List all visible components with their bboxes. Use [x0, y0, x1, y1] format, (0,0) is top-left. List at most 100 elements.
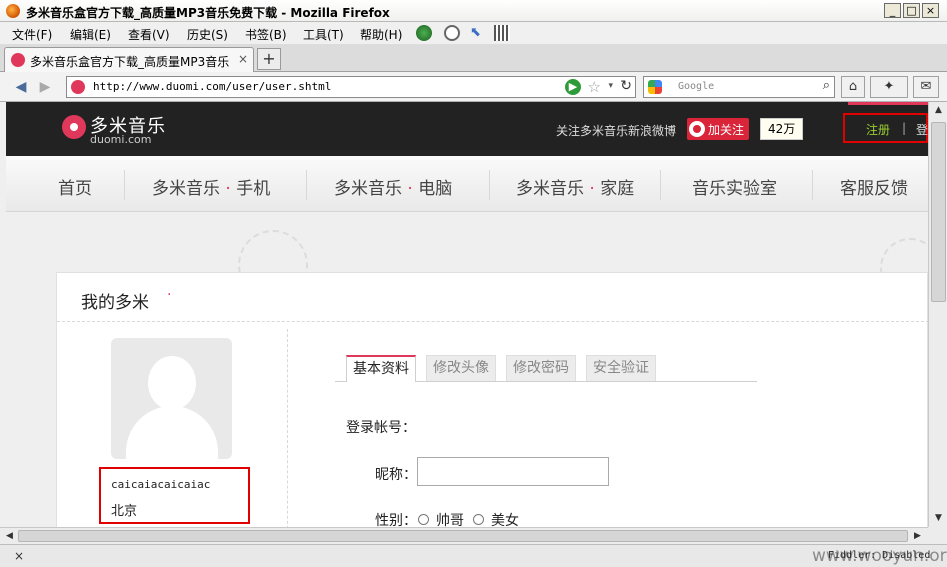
mail-button[interactable]: ✉ [913, 76, 939, 98]
search-bar[interactable]: Google ⌕ [643, 76, 835, 98]
nav-home-device-brand: 多米音乐 [516, 179, 584, 199]
accent-bar [848, 102, 928, 105]
bookmark-star-icon[interactable]: ☆ [588, 78, 601, 96]
follow-weibo-text: 关注多米音乐新浪微博 [556, 124, 677, 138]
nav-divider [812, 170, 813, 200]
nav-pc-brand: 多米音乐 [334, 179, 402, 199]
back-button[interactable]: ◀ [10, 77, 32, 97]
avatar-head [148, 356, 196, 410]
nav-divider [489, 170, 490, 200]
nav-mobile[interactable]: 多米音乐 · 手机 [152, 174, 270, 199]
status-bar: × Fiddler: Disabled www.wooyun.org [0, 544, 947, 567]
nav-pc[interactable]: 多米音乐 · 电脑 [334, 174, 452, 199]
nav-dot: · [407, 179, 413, 199]
menu-bar: 文件(F) 编辑(E) 查看(V) 历史(S) 书签(B) 工具(T) 帮助(H… [0, 22, 947, 44]
menu-edit[interactable]: 编辑(E) [70, 26, 111, 43]
nav-mobile-brand: 多米音乐 [152, 179, 220, 199]
tab-bar: 多米音乐盒官方下载_高质量MP3音乐免… × + [0, 44, 947, 72]
url-dropdown-icon[interactable]: ▾ [608, 81, 613, 91]
google-engine-icon[interactable] [648, 80, 662, 94]
tab-change-password[interactable]: 修改密码 [506, 355, 576, 381]
weibo-follow-button[interactable]: 加关注 [687, 118, 749, 140]
menu-view[interactable]: 查看(V) [128, 26, 170, 43]
duomi-favicon-icon [11, 53, 25, 67]
link-separator: | [902, 121, 907, 135]
menu-bookmarks[interactable]: 书签(B) [245, 26, 287, 43]
menu-help[interactable]: 帮助(H) [360, 26, 402, 43]
profile-tabs: 基本资料 修改头像 修改密码 安全验证 [335, 355, 757, 382]
gender-male-label[interactable]: 帅哥 [436, 510, 464, 527]
menu-file[interactable]: 文件(F) [12, 26, 52, 43]
maximize-button[interactable]: □ [903, 3, 920, 18]
duomi-logo-icon[interactable] [62, 115, 86, 139]
go-icon[interactable]: ▶ [565, 79, 581, 95]
horizontal-scroll-thumb[interactable] [18, 530, 908, 542]
nav-dot: · [589, 179, 595, 199]
search-placeholder[interactable]: Google [678, 81, 714, 92]
window-titlebar: 多米音乐盒官方下载_高质量MP3音乐免费下载 - Mozilla Firefox… [0, 0, 947, 22]
statusbar-close-icon[interactable]: × [14, 549, 24, 563]
nickname-input[interactable] [417, 457, 609, 486]
weibo-icon [689, 121, 705, 137]
default-avatar-icon[interactable] [111, 338, 232, 459]
nav-pc-label: 电脑 [418, 179, 453, 199]
vertical-scroll-thumb[interactable] [931, 122, 946, 302]
window-controls: _ □ × [884, 3, 939, 18]
scroll-left-icon[interactable]: ◀ [3, 530, 16, 543]
search-icon[interactable]: ⌕ [823, 78, 830, 93]
browser-tab[interactable]: 多米音乐盒官方下载_高质量MP3音乐免… × [4, 47, 254, 72]
reload-icon[interactable]: ↻ [620, 78, 632, 94]
profile-card: 我的多米 · caicaiacaicaiac 北京 基本资料 修改头像 修改密码… [56, 272, 928, 527]
login-link[interactable]: 登 [916, 121, 928, 138]
nav-lab[interactable]: 音乐实验室 [692, 174, 777, 199]
color-picker-icon[interactable] [444, 25, 460, 41]
forward-button[interactable]: ▶ [34, 77, 56, 97]
gender-female-radio[interactable] [473, 514, 484, 525]
site-identity-icon[interactable] [71, 80, 85, 94]
menu-history[interactable]: 历史(S) [187, 26, 228, 43]
nav-home[interactable]: 首页 [58, 174, 92, 199]
new-tab-button[interactable]: + [257, 48, 281, 70]
watermark: www.wooyun.org [812, 546, 947, 566]
url-text[interactable]: http://www.duomi.com/user/user.shtml [93, 80, 331, 93]
nav-feedback[interactable]: 客服反馈 [840, 174, 908, 199]
vertical-scrollbar[interactable]: ▲ ▼ [928, 102, 947, 527]
logo-domain[interactable]: duomi.com [90, 133, 151, 146]
scroll-up-icon[interactable]: ▲ [932, 104, 945, 117]
nav-home-device[interactable]: 多米音乐 · 家庭 [516, 174, 634, 199]
nav-mobile-label: 手机 [236, 179, 271, 199]
nav-divider [124, 170, 125, 200]
scroll-down-icon[interactable]: ▼ [932, 512, 945, 525]
scroll-right-icon[interactable]: ▶ [911, 530, 924, 543]
site-nav: 首页 多米音乐 · 手机 多米音乐 · 电脑 多米音乐 · 家庭 音乐实验室 客… [6, 156, 928, 212]
grid-tool-icon[interactable] [494, 25, 510, 41]
register-link[interactable]: 注册 [866, 121, 890, 138]
url-bar[interactable]: http://www.duomi.com/user/user.shtml ▶ ☆… [66, 76, 636, 98]
nav-divider [306, 170, 307, 200]
scroll-corner [928, 527, 947, 544]
tab-change-avatar[interactable]: 修改头像 [426, 355, 496, 381]
addon-green-icon[interactable] [416, 25, 432, 41]
firefox-icon [6, 4, 20, 18]
close-window-button[interactable]: × [922, 3, 939, 18]
avatar-body [126, 406, 218, 459]
title-dot: · [167, 287, 172, 303]
page-title: 我的多米 [81, 293, 149, 313]
minimize-button[interactable]: _ [884, 3, 901, 18]
addon-button[interactable]: ✦ [870, 76, 908, 98]
nav-home-device-label: 家庭 [600, 179, 635, 199]
home-button[interactable]: ⌂ [841, 76, 865, 98]
page-viewport: 多米音乐 duomi.com 关注多米音乐新浪微博 加关注 42万 注册 | 登… [0, 102, 928, 527]
tab-close-icon[interactable]: × [238, 52, 248, 66]
cursor-tool-icon[interactable]: ⬉ [470, 25, 486, 41]
gender-label: 性别： [375, 513, 417, 527]
menu-tools[interactable]: 工具(T) [303, 26, 344, 43]
account-label: 登录帐号： [346, 420, 416, 436]
tab-security-verify[interactable]: 安全验证 [586, 355, 656, 381]
gender-male-radio[interactable] [418, 514, 429, 525]
gender-female-label[interactable]: 美女 [491, 510, 519, 527]
site-header: 多米音乐 duomi.com 关注多米音乐新浪微博 加关注 42万 注册 | 登 [6, 102, 928, 156]
tab-label: 多米音乐盒官方下载_高质量MP3音乐免… [30, 55, 230, 69]
tab-basic-info[interactable]: 基本资料 [346, 355, 416, 382]
horizontal-scrollbar[interactable]: ◀ ▶ [0, 527, 928, 544]
